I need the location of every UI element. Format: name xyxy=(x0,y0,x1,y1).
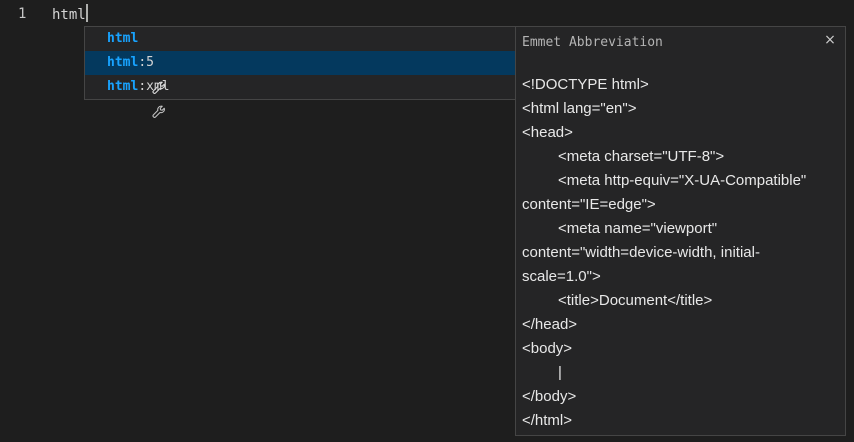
wrench-icon xyxy=(89,56,165,94)
preview-line: </body> xyxy=(522,388,577,405)
suggestion-label: html:5 xyxy=(107,55,154,70)
preview-line: | xyxy=(558,364,562,381)
suggestion-item[interactable]: html:xml xyxy=(85,75,515,118)
preview-line: <meta http-equiv="X-UA-Compatible" xyxy=(558,172,807,189)
text-cursor xyxy=(85,4,88,22)
suggestion-details-panel: Emmet Abbreviation × <!DOCTYPE html> <ht… xyxy=(515,26,846,436)
suggestion-label: html:xml xyxy=(107,79,170,94)
wrench-icon xyxy=(89,32,165,70)
preview-line: </head> xyxy=(522,316,578,333)
preview-line: <html lang="en"> xyxy=(522,100,637,117)
line-number: 1 xyxy=(18,6,27,22)
preview-line: <head> xyxy=(522,124,573,141)
code-line[interactable]: html xyxy=(52,4,88,25)
preview-line: content="IE=edge"> xyxy=(522,196,656,213)
preview-line: <body> xyxy=(522,340,573,357)
preview-line: <!DOCTYPE html> xyxy=(522,76,649,93)
suggestion-widget: html html:5 html:xml xyxy=(84,26,516,118)
close-icon[interactable]: × xyxy=(823,31,837,49)
preview-line: <meta charset="UTF-8"> xyxy=(558,148,725,165)
wrench-icon xyxy=(89,80,165,118)
details-preview: <!DOCTYPE html> <html lang="en"> <head> … xyxy=(522,73,842,433)
code-text: html xyxy=(52,7,86,23)
preview-line: </html> xyxy=(522,412,573,429)
details-title: Emmet Abbreviation xyxy=(522,35,663,50)
code-editor[interactable]: 1 html html html:5 html:xml Emmet Abbrev… xyxy=(0,0,854,442)
preview-line: <title>Document</title> xyxy=(558,292,713,309)
suggestion-label: html xyxy=(107,31,139,46)
preview-line: scale=1.0"> xyxy=(522,268,601,285)
suggestion-item-selected[interactable]: html:5 xyxy=(85,51,515,94)
preview-line: <meta name="viewport" xyxy=(558,220,718,237)
preview-line: content="width=device-width, initial- xyxy=(522,244,760,261)
suggestion-item[interactable]: html xyxy=(85,27,515,70)
